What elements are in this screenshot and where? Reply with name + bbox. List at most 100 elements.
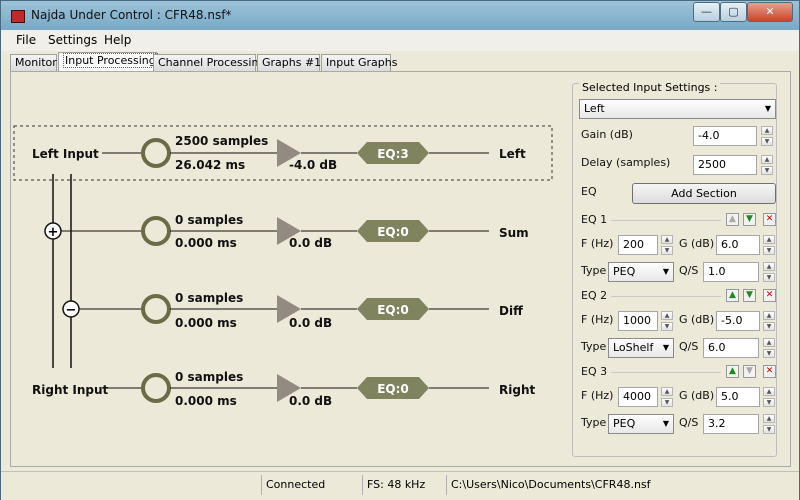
- gain-eq-spinner[interactable]: ▲ ▼: [763, 387, 775, 407]
- spin-down-icon[interactable]: ▼: [661, 398, 673, 407]
- tab-graphs-1[interactable]: Graphs #1: [257, 54, 321, 71]
- gain-eq-field[interactable]: -5.0: [716, 311, 760, 331]
- input-select-value: Left: [584, 102, 605, 115]
- eq-type-value: PEQ: [613, 265, 636, 278]
- delay-spinner[interactable]: ▲ ▼: [761, 155, 773, 175]
- eq-section-title: EQ 2: [581, 289, 608, 302]
- output-label: Right: [499, 383, 536, 397]
- spin-up-icon[interactable]: ▲: [763, 235, 775, 244]
- status-sample-rate: FS: 48 kHz: [362, 475, 447, 495]
- chevron-down-icon: ▼: [764, 104, 771, 113]
- type-label: Type: [581, 416, 607, 429]
- delay-ring-icon[interactable]: [141, 216, 171, 246]
- input-select[interactable]: Left ▼: [579, 99, 776, 119]
- spin-up-icon[interactable]: ▲: [661, 311, 673, 320]
- freq-spinner[interactable]: ▲ ▼: [661, 311, 673, 331]
- qs-spinner[interactable]: ▲ ▼: [763, 414, 775, 434]
- chevron-down-icon: ▼: [662, 267, 669, 276]
- delete-icon[interactable]: ✕: [763, 213, 776, 226]
- spin-up-icon[interactable]: ▲: [761, 126, 773, 135]
- spin-up-icon[interactable]: ▲: [763, 414, 775, 423]
- channel-row-diff[interactable]: EQ:0: [71, 294, 489, 324]
- close-button[interactable]: ✕: [747, 2, 793, 22]
- gain-field[interactable]: -4.0: [693, 126, 757, 146]
- add-section-button[interactable]: Add Section: [632, 183, 776, 204]
- gain-spinner[interactable]: ▲ ▼: [761, 126, 773, 146]
- gain-value: 0.0 dB: [289, 394, 333, 408]
- tab-input-graphs[interactable]: Input Graphs: [321, 54, 397, 71]
- freq-field[interactable]: 4000: [618, 387, 658, 407]
- spin-down-icon[interactable]: ▼: [661, 246, 673, 255]
- menu-settings[interactable]: Settings: [48, 33, 97, 47]
- minimize-button[interactable]: —: [693, 2, 720, 22]
- eq-type-select[interactable]: PEQ ▼: [608, 414, 674, 434]
- spin-up-icon[interactable]: ▲: [763, 262, 775, 271]
- qs-spinner[interactable]: ▲ ▼: [763, 262, 775, 282]
- spin-down-icon[interactable]: ▼: [763, 349, 775, 358]
- delay-ring-icon[interactable]: [141, 294, 171, 324]
- spin-up-icon[interactable]: ▲: [763, 311, 775, 320]
- spin-up-icon[interactable]: ▲: [661, 387, 673, 396]
- spin-down-icon[interactable]: ▼: [763, 425, 775, 434]
- delay-ring-icon[interactable]: [141, 138, 171, 168]
- qs-field[interactable]: 6.0: [703, 338, 759, 358]
- eq-type-select[interactable]: LoShelf ▼: [608, 338, 674, 358]
- freq-field[interactable]: 1000: [618, 311, 658, 331]
- spin-up-icon[interactable]: ▲: [763, 338, 775, 347]
- spin-down-icon[interactable]: ▼: [761, 137, 773, 146]
- window-title: Najda Under Control : CFR48.nsf*: [31, 8, 232, 22]
- spin-down-icon[interactable]: ▼: [763, 322, 775, 331]
- spin-up-icon[interactable]: ▲: [661, 235, 673, 244]
- move-up-icon[interactable]: ▲: [726, 365, 739, 378]
- f-label: F (Hz): [581, 237, 614, 250]
- freq-spinner[interactable]: ▲ ▼: [661, 235, 673, 255]
- gain-eq-spinner[interactable]: ▲ ▼: [763, 311, 775, 331]
- spin-down-icon[interactable]: ▼: [763, 273, 775, 282]
- freq-spinner[interactable]: ▲ ▼: [661, 387, 673, 407]
- spin-up-icon[interactable]: ▲: [763, 387, 775, 396]
- status-connection: Connected: [261, 475, 362, 495]
- delay-samples: 0 samples: [175, 291, 244, 305]
- spin-down-icon[interactable]: ▼: [761, 166, 773, 175]
- delay-ring-icon[interactable]: [141, 373, 171, 403]
- status-file-path: C:\Users\Nico\Documents\CFR48.nsf: [446, 475, 791, 495]
- channel-row-sum[interactable]: EQ:0: [53, 216, 489, 246]
- gain-eq-field[interactable]: 5.0: [716, 387, 760, 407]
- maximize-button[interactable]: ▢: [720, 2, 747, 22]
- qs-label: Q/S: [679, 416, 699, 429]
- delete-icon[interactable]: ✕: [763, 289, 776, 302]
- freq-field[interactable]: 200: [618, 235, 658, 255]
- output-label: Left: [499, 147, 526, 161]
- move-up-icon[interactable]: ▲: [726, 289, 739, 302]
- gain-value: -4.0 dB: [289, 158, 338, 172]
- qs-field[interactable]: 3.2: [703, 414, 759, 434]
- move-up-icon[interactable]: ▲: [726, 213, 739, 226]
- tab-monitor[interactable]: Monitor: [10, 54, 57, 71]
- left-input-label: Left Input: [32, 147, 99, 161]
- qs-field[interactable]: 1.0: [703, 262, 759, 282]
- tab-channel-processing[interactable]: Channel Processing: [153, 54, 265, 71]
- gain-eq-spinner[interactable]: ▲ ▼: [763, 235, 775, 255]
- move-down-icon[interactable]: ▼: [743, 289, 756, 302]
- gain-value: 0.0 dB: [289, 236, 333, 250]
- qs-spinner[interactable]: ▲ ▼: [763, 338, 775, 358]
- title-bar[interactable]: Najda Under Control : CFR48.nsf* — ▢ ✕: [1, 1, 799, 30]
- gain-label: Gain (dB): [581, 128, 633, 141]
- spin-down-icon[interactable]: ▼: [763, 246, 775, 255]
- move-down-icon[interactable]: ▼: [743, 213, 756, 226]
- menu-file[interactable]: File: [16, 33, 36, 47]
- g-label: G (dB): [679, 237, 715, 250]
- tab-input-processing[interactable]: Input Processing: [58, 52, 158, 72]
- move-down-icon[interactable]: ▼: [743, 365, 756, 378]
- delete-icon[interactable]: ✕: [763, 365, 776, 378]
- eq-block-label: EQ:3: [377, 147, 409, 161]
- gain-eq-field[interactable]: 6.0: [716, 235, 760, 255]
- delay-field[interactable]: 2500: [693, 155, 757, 175]
- spin-up-icon[interactable]: ▲: [761, 155, 773, 164]
- delay-ms: 0.000 ms: [175, 236, 237, 250]
- menu-help[interactable]: Help: [104, 33, 131, 47]
- spin-down-icon[interactable]: ▼: [763, 398, 775, 407]
- eq-type-select[interactable]: PEQ ▼: [608, 262, 674, 282]
- app-icon: [11, 10, 25, 23]
- spin-down-icon[interactable]: ▼: [661, 322, 673, 331]
